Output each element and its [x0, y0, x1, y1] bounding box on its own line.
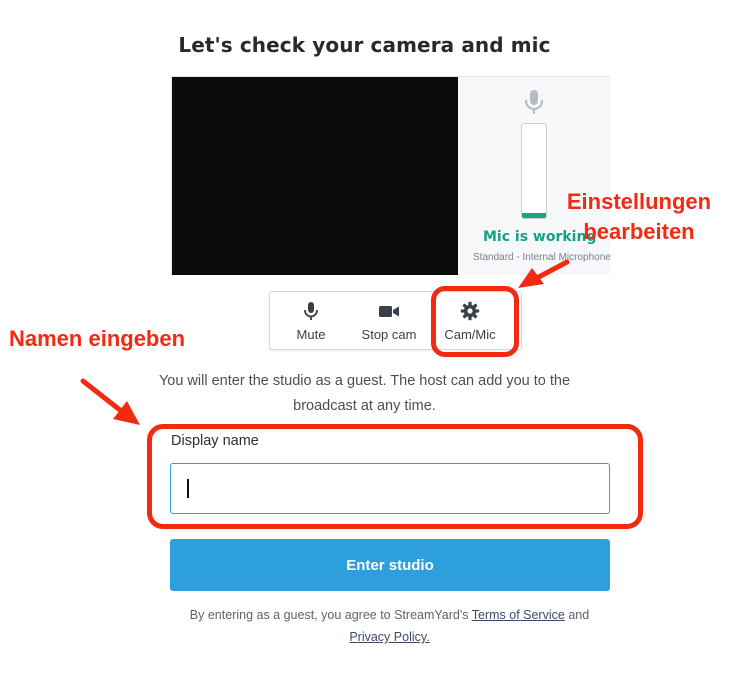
arrow-icon [80, 378, 140, 425]
legal-prefix: By entering as a guest, you agree to Str… [189, 608, 469, 622]
guest-info-text: You will enter the studio as a guest. Th… [158, 373, 571, 414]
enter-studio-button[interactable]: Enter studio [170, 539, 610, 591]
mute-label: Mute [296, 327, 326, 342]
annotation-enter-name: Namen eingeben [9, 326, 186, 351]
stop-cam-label: Stop cam [361, 327, 417, 342]
stop-cam-button[interactable]: Stop cam [354, 292, 424, 349]
annotation-settings-line1: Einstellungen [566, 189, 712, 214]
privacy-policy-link[interactable]: Privacy Policy. [349, 630, 429, 644]
camera-video-feed [172, 77, 458, 275]
microphone-icon [523, 89, 545, 120]
legal-notice: By entering as a guest, you agree to Str… [150, 604, 629, 648]
microphone-icon [303, 301, 319, 326]
page-title: Let's check your camera and mic [178, 33, 551, 57]
annotation-edit-settings: Einstellungen bearbeiten [559, 187, 719, 247]
mic-level-meter [521, 123, 547, 219]
annotation-highlight-display-name [147, 424, 643, 529]
video-camera-icon [378, 301, 400, 326]
mute-button[interactable]: Mute [278, 292, 344, 349]
annotation-settings-line2: bearbeiten [583, 219, 695, 244]
mic-device-name: Standard - Internal Microphone [473, 252, 611, 263]
mic-level-fill [522, 213, 546, 218]
annotation-highlight-cam-mic [431, 286, 519, 357]
camera-preview-panel: Mic is working Standard - Internal Micro… [171, 76, 611, 275]
legal-and: and [568, 608, 590, 622]
terms-of-service-link[interactable]: Terms of Service [472, 608, 565, 622]
